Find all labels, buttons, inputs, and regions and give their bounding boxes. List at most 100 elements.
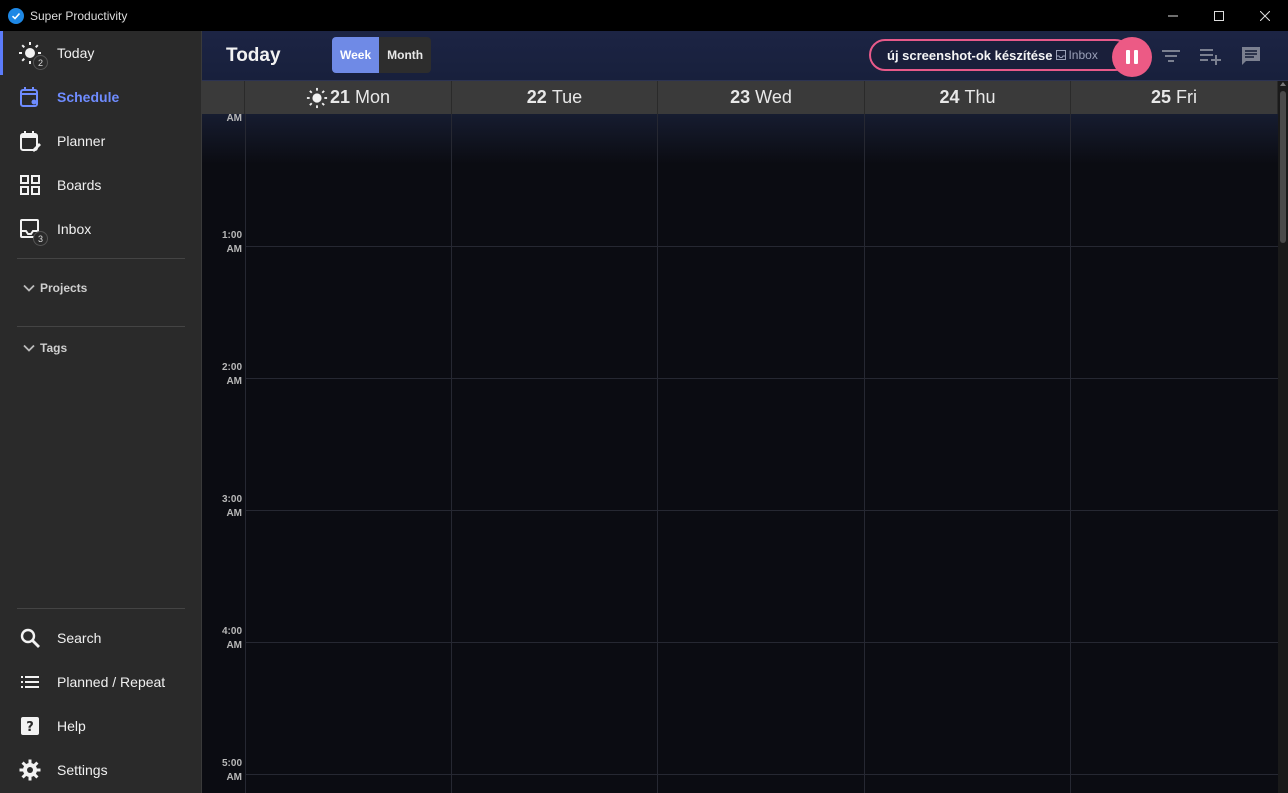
inbox-badge: 3: [33, 231, 48, 246]
day-name: Fri: [1176, 87, 1198, 107]
day-column-divider: [1070, 114, 1071, 793]
help-icon: ?: [18, 714, 42, 738]
week-calendar: 21 Mon 22 Tue 23 Wed 24 Thu 25 Fri AM 1:…: [202, 81, 1288, 793]
time-label: 3:00 AM: [221, 494, 242, 519]
day-number: 24: [939, 87, 960, 107]
day-number: 22: [526, 87, 547, 107]
sidebar-divider: [17, 326, 185, 327]
time-gutter-header: [202, 81, 245, 114]
scroll-up-icon[interactable]: [1280, 82, 1286, 86]
sidebar-item-search[interactable]: Search: [0, 616, 200, 660]
minimize-icon: [1168, 15, 1178, 16]
day-header-thu[interactable]: 24 Thu: [865, 81, 1071, 114]
inbox-small-icon: [1056, 50, 1067, 60]
pause-button[interactable]: [1112, 37, 1152, 77]
day-number: 23: [730, 87, 751, 107]
sidebar-item-schedule[interactable]: Schedule: [0, 75, 200, 119]
filter-icon: [1162, 50, 1180, 62]
close-button[interactable]: [1242, 0, 1288, 31]
calendar-scrollbar[interactable]: [1278, 81, 1288, 793]
sidebar-divider: [17, 608, 185, 609]
month-toggle-button[interactable]: Month: [379, 37, 431, 73]
maximize-icon: [1214, 10, 1224, 21]
window-title: Super Productivity: [30, 8, 128, 23]
minimize-button[interactable]: [1150, 0, 1196, 31]
day-column-divider: [657, 114, 658, 793]
sidebar-item-label: Search: [57, 630, 102, 646]
sidebar-item-label: Planner: [57, 133, 106, 149]
time-label: 5:00 AM: [221, 758, 242, 783]
sidebar-item-today[interactable]: 2 Today: [0, 31, 200, 75]
hour-line: [245, 642, 1278, 643]
sidebar-item-boards[interactable]: Boards: [0, 163, 200, 207]
current-task-project: Inbox: [1056, 48, 1098, 62]
sidebar-item-settings[interactable]: Settings: [0, 748, 200, 792]
app-logo-icon: [8, 7, 24, 24]
hour-line: [245, 378, 1278, 379]
hour-line: [245, 774, 1278, 775]
scrollbar-thumb[interactable]: [1280, 91, 1286, 243]
sun-icon: [306, 87, 328, 108]
page-title: Today: [226, 45, 281, 66]
section-label: Projects: [40, 281, 88, 295]
hour-line: [245, 246, 1278, 247]
sidebar-section-tags[interactable]: Tags: [22, 338, 67, 358]
view-toggle: Week Month: [332, 37, 432, 73]
day-column-divider: [451, 114, 452, 793]
day-name: Tue: [551, 87, 583, 107]
schedule-icon: [18, 85, 42, 109]
add-task-button[interactable]: [1198, 44, 1222, 68]
gear-icon: [18, 758, 42, 782]
project-label: Inbox: [1068, 48, 1098, 62]
day-header-mon[interactable]: 21 Mon: [245, 81, 452, 114]
sidebar-item-planner[interactable]: Planner: [0, 119, 200, 163]
main-header: Today Week Month új screenshot-ok készít…: [202, 31, 1288, 81]
chevron-down-icon: [23, 344, 35, 352]
sidebar-item-label: Boards: [57, 177, 102, 193]
sidebar-item-label: Settings: [57, 762, 108, 778]
pause-icon: [1126, 50, 1138, 64]
sidebar-item-label: Today: [57, 45, 95, 61]
playlist-add-icon: [1200, 49, 1221, 65]
close-icon: [1260, 10, 1270, 21]
section-label: Tags: [40, 341, 68, 355]
sidebar-item-inbox[interactable]: 3 Inbox: [0, 207, 200, 251]
time-label: 1:00 AM: [221, 230, 242, 255]
hour-line: [245, 510, 1278, 511]
sidebar-divider: [17, 258, 185, 259]
list-icon: [18, 670, 42, 694]
maximize-button[interactable]: [1196, 0, 1242, 31]
sidebar-section-projects[interactable]: Projects: [22, 278, 87, 298]
time-label: AM: [226, 113, 242, 124]
sidebar-item-planned-repeat[interactable]: Planned / Repeat: [0, 660, 200, 704]
day-number: 21: [329, 87, 350, 107]
filter-button[interactable]: [1159, 44, 1183, 68]
current-task-chip[interactable]: új screenshot-ok készítése Inbox: [869, 39, 1131, 71]
title-bar: Super Productivity: [0, 0, 1288, 31]
notes-button[interactable]: [1239, 44, 1263, 68]
day-header-wed[interactable]: 23 Wed: [658, 81, 865, 114]
day-header-fri[interactable]: 25 Fri: [1071, 81, 1278, 114]
sidebar-item-label: Schedule: [57, 89, 120, 105]
grid-icon: [18, 173, 42, 197]
sidebar-item-help[interactable]: ? Help: [0, 704, 200, 748]
svg-text:?: ?: [26, 720, 34, 735]
day-number: 25: [1150, 87, 1172, 107]
comment-icon: [1242, 47, 1260, 65]
search-icon: [18, 626, 42, 650]
sidebar-item-label: Inbox: [57, 221, 92, 237]
calendar-grid[interactable]: AM 1:00 AM 2:00 AM 3:00 AM 4:00 AM 5:00 AM: [202, 113, 1278, 793]
time-label: 2:00 AM: [221, 362, 242, 387]
chevron-down-icon: [23, 284, 35, 292]
day-column-divider: [245, 114, 246, 793]
day-column-divider: [864, 114, 865, 793]
week-toggle-button[interactable]: Week: [332, 37, 380, 73]
sidebar-item-label: Planned / Repeat: [57, 674, 166, 690]
sidebar: 2 Today Schedule Planner Boards 3 Inbox …: [0, 31, 202, 793]
sidebar-item-label: Help: [57, 718, 86, 734]
day-header-tue[interactable]: 22 Tue: [452, 81, 658, 114]
time-label: 4:00 AM: [221, 626, 242, 651]
day-name: Wed: [755, 87, 792, 107]
current-task-title: új screenshot-ok készítése: [887, 47, 1053, 63]
today-badge: 2: [33, 55, 48, 70]
